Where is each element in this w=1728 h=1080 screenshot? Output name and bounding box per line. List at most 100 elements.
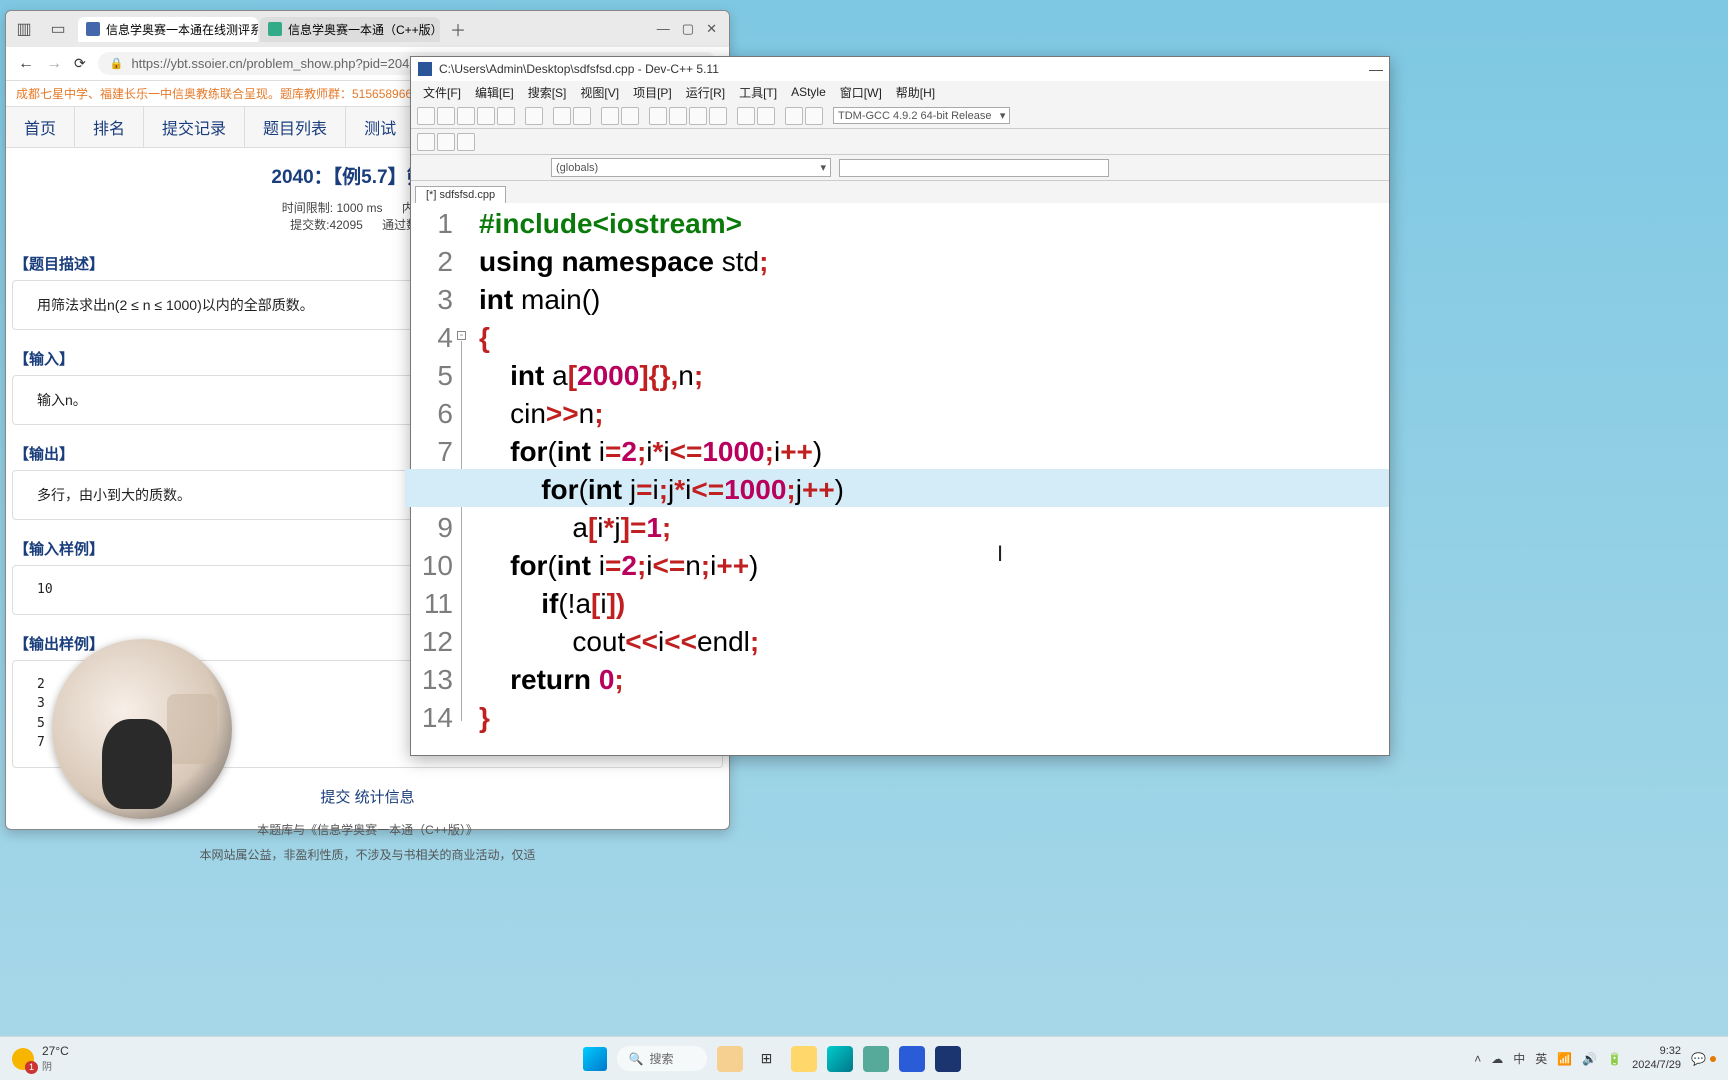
stop-icon[interactable] xyxy=(757,107,775,125)
tabs-list-icon[interactable]: ▭ xyxy=(44,15,72,43)
scope-select[interactable]: (globals) ▾ xyxy=(551,158,831,177)
taskbar-search[interactable]: 🔍 搜索 xyxy=(617,1046,707,1071)
ide-toolbar-secondary xyxy=(411,129,1389,155)
line-number: 2 xyxy=(411,243,453,281)
new-file-icon[interactable] xyxy=(417,107,435,125)
menu-tools[interactable]: 工具[T] xyxy=(733,82,783,103)
redo-icon[interactable] xyxy=(573,107,591,125)
chevron-up-icon[interactable]: ˄ xyxy=(1474,1052,1481,1066)
task-view-icon[interactable]: ⊞ xyxy=(753,1045,781,1073)
run-icon[interactable] xyxy=(669,107,687,125)
compile-icon[interactable] xyxy=(649,107,667,125)
nav-home[interactable]: 首页 xyxy=(6,107,75,147)
weather-temp: 27°C xyxy=(42,1044,69,1058)
nav-problems[interactable]: 题目列表 xyxy=(245,107,346,147)
taskbar-app-creature[interactable] xyxy=(717,1046,743,1072)
save-all-icon[interactable] xyxy=(477,107,495,125)
nav-test[interactable]: 测试 xyxy=(346,107,415,147)
taskbar-app-blue[interactable] xyxy=(899,1046,925,1072)
delete-profile-icon[interactable] xyxy=(805,107,823,125)
search-icon xyxy=(86,22,100,36)
profile-icon[interactable] xyxy=(785,107,803,125)
menu-edit[interactable]: 编辑[E] xyxy=(469,82,520,103)
save-icon[interactable] xyxy=(457,107,475,125)
notification-center-icon[interactable]: 💬 xyxy=(1691,1052,1716,1066)
maximize-icon[interactable]: ▢ xyxy=(682,21,694,37)
tab-title: 信息学奥赛一本通在线测评系统 xyxy=(106,21,258,38)
devcpp-icon xyxy=(417,61,433,77)
line-number: 5 xyxy=(411,357,453,395)
search-placeholder: 搜索 xyxy=(649,1050,673,1067)
browser-tab-1[interactable]: 信息学奥赛一本通在线测评系统 × xyxy=(78,17,258,42)
menu-file[interactable]: 文件[F] xyxy=(417,82,467,103)
wifi-icon[interactable]: 📶 xyxy=(1557,1052,1572,1066)
goto-bookmark-icon[interactable] xyxy=(417,133,435,151)
nav-rank[interactable]: 排名 xyxy=(75,107,144,147)
reload-button[interactable]: ⟳ xyxy=(74,55,86,72)
minimize-icon[interactable]: — xyxy=(1369,61,1383,77)
fold-toggle-icon[interactable]: - xyxy=(457,331,466,340)
print-icon[interactable] xyxy=(525,107,543,125)
line-number: 12 xyxy=(411,623,453,661)
replace-icon[interactable] xyxy=(621,107,639,125)
member-select[interactable] xyxy=(839,159,1109,177)
new-tab-button[interactable]: ＋ xyxy=(442,17,474,41)
code-line: int main() xyxy=(479,281,1389,319)
taskbar-app-store[interactable] xyxy=(863,1046,889,1072)
menu-search[interactable]: 搜索[S] xyxy=(522,82,573,103)
menu-astyle[interactable]: AStyle xyxy=(785,83,832,101)
battery-icon[interactable]: 🔋 xyxy=(1607,1052,1622,1066)
lock-icon: 🔒 xyxy=(110,57,124,70)
file-tab[interactable]: [*] sdfsfsd.cpp xyxy=(415,186,506,203)
ide-scope-row: (globals) ▾ xyxy=(411,155,1389,181)
time-limit: 时间限制: 1000 ms xyxy=(282,199,383,216)
clock-date: 2024/7/29 xyxy=(1632,1059,1681,1072)
back-button[interactable]: ← xyxy=(18,55,34,73)
tabs-overview-icon[interactable]: ▥ xyxy=(10,15,38,43)
chevron-down-icon: ▾ xyxy=(820,161,826,174)
webcam-overlay xyxy=(52,639,232,819)
code-line: using namespace std; xyxy=(479,243,1389,281)
ime-lang[interactable]: 中 xyxy=(1513,1050,1525,1067)
onedrive-icon[interactable]: ☁ xyxy=(1491,1052,1503,1066)
find-icon[interactable] xyxy=(601,107,619,125)
code-editor[interactable]: 1 2 3 4 5 6 7 8 9 10 11 12 13 14 - I #in… xyxy=(411,203,1389,755)
taskbar-app-explorer[interactable] xyxy=(791,1046,817,1072)
open-file-icon[interactable] xyxy=(437,107,455,125)
menu-window[interactable]: 窗口[W] xyxy=(834,82,888,103)
code-line: { xyxy=(479,319,1389,357)
footer-note-2: 本网站属公益，非盈利性质，不涉及与书相关的商业活动，仅适 xyxy=(6,842,729,867)
code-line: cout<<i<<endl; xyxy=(479,623,1389,661)
nav-submissions[interactable]: 提交记录 xyxy=(144,107,245,147)
debug-icon[interactable] xyxy=(737,107,755,125)
code-lines[interactable]: I #include<iostream> using namespace std… xyxy=(473,203,1389,755)
undo-icon[interactable] xyxy=(553,107,571,125)
code-line: } xyxy=(479,699,1389,737)
tab-strip: 信息学奥赛一本通在线测评系统 × 信息学奥赛一本通（C++版）在 × ＋ xyxy=(78,17,651,42)
volume-icon[interactable]: 🔊 xyxy=(1582,1052,1597,1066)
toggle-bookmark-icon[interactable] xyxy=(437,133,455,151)
goto-line-icon[interactable] xyxy=(457,133,475,151)
menu-project[interactable]: 项目[P] xyxy=(627,82,678,103)
compile-run-icon[interactable] xyxy=(689,107,707,125)
close-icon[interactable]: ✕ xyxy=(706,21,717,37)
compiler-select[interactable]: TDM-GCC 4.9.2 64-bit Release ▾ xyxy=(833,107,1010,124)
close-file-icon[interactable] xyxy=(497,107,515,125)
ide-window: C:\Users\Admin\Desktop\sdfsfsd.cpp - Dev… xyxy=(410,56,1390,756)
taskbar-clock[interactable]: 9:32 2024/7/29 xyxy=(1632,1045,1681,1071)
code-line: a[i*j]=1; xyxy=(479,509,1389,547)
taskbar-center: 🔍 搜索 ⊞ xyxy=(77,1045,1466,1073)
taskbar-weather[interactable]: 1 27°C 阴 xyxy=(12,1044,69,1073)
start-button[interactable] xyxy=(583,1047,607,1071)
rebuild-icon[interactable] xyxy=(709,107,727,125)
menu-run[interactable]: 运行[R] xyxy=(680,82,731,103)
minimize-icon[interactable]: — xyxy=(657,21,670,37)
browser-tab-2[interactable]: 信息学奥赛一本通（C++版）在 × xyxy=(260,17,440,42)
ime-mode[interactable]: 英 xyxy=(1535,1050,1547,1067)
taskbar-app-devcpp[interactable] xyxy=(935,1046,961,1072)
forward-button: → xyxy=(46,55,62,73)
menu-help[interactable]: 帮助[H] xyxy=(890,82,941,103)
menu-view[interactable]: 视图[V] xyxy=(574,82,625,103)
taskbar-app-edge[interactable] xyxy=(827,1046,853,1072)
footer-note-1: 本题库与《信息学奥赛一本通（C++版）》 xyxy=(6,817,729,842)
